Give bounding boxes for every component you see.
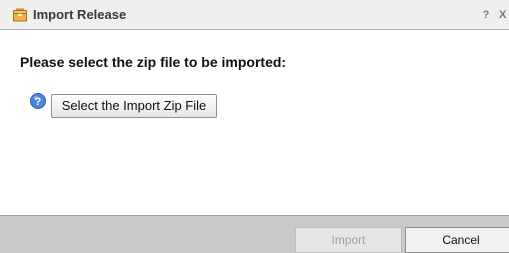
svg-text:?: ? bbox=[35, 96, 42, 108]
import-release-dialog: Import Release ? X Please select the zip… bbox=[0, 0, 509, 253]
select-import-zip-file-button[interactable]: Select the Import Zip File bbox=[51, 94, 217, 118]
dialog-footer: Import Cancel bbox=[0, 215, 509, 253]
dialog-close-button[interactable]: X bbox=[499, 8, 509, 22]
instruction-text: Please select the zip file to be importe… bbox=[20, 54, 287, 70]
cancel-button[interactable]: Cancel bbox=[405, 227, 509, 253]
package-icon bbox=[13, 8, 27, 22]
dialog-title: Import Release bbox=[33, 7, 127, 22]
dialog-help-button[interactable]: ? bbox=[479, 8, 493, 22]
dialog-titlebar[interactable]: Import Release ? X bbox=[0, 0, 509, 30]
help-icon: ? bbox=[30, 93, 46, 109]
import-button[interactable]: Import bbox=[295, 227, 402, 253]
